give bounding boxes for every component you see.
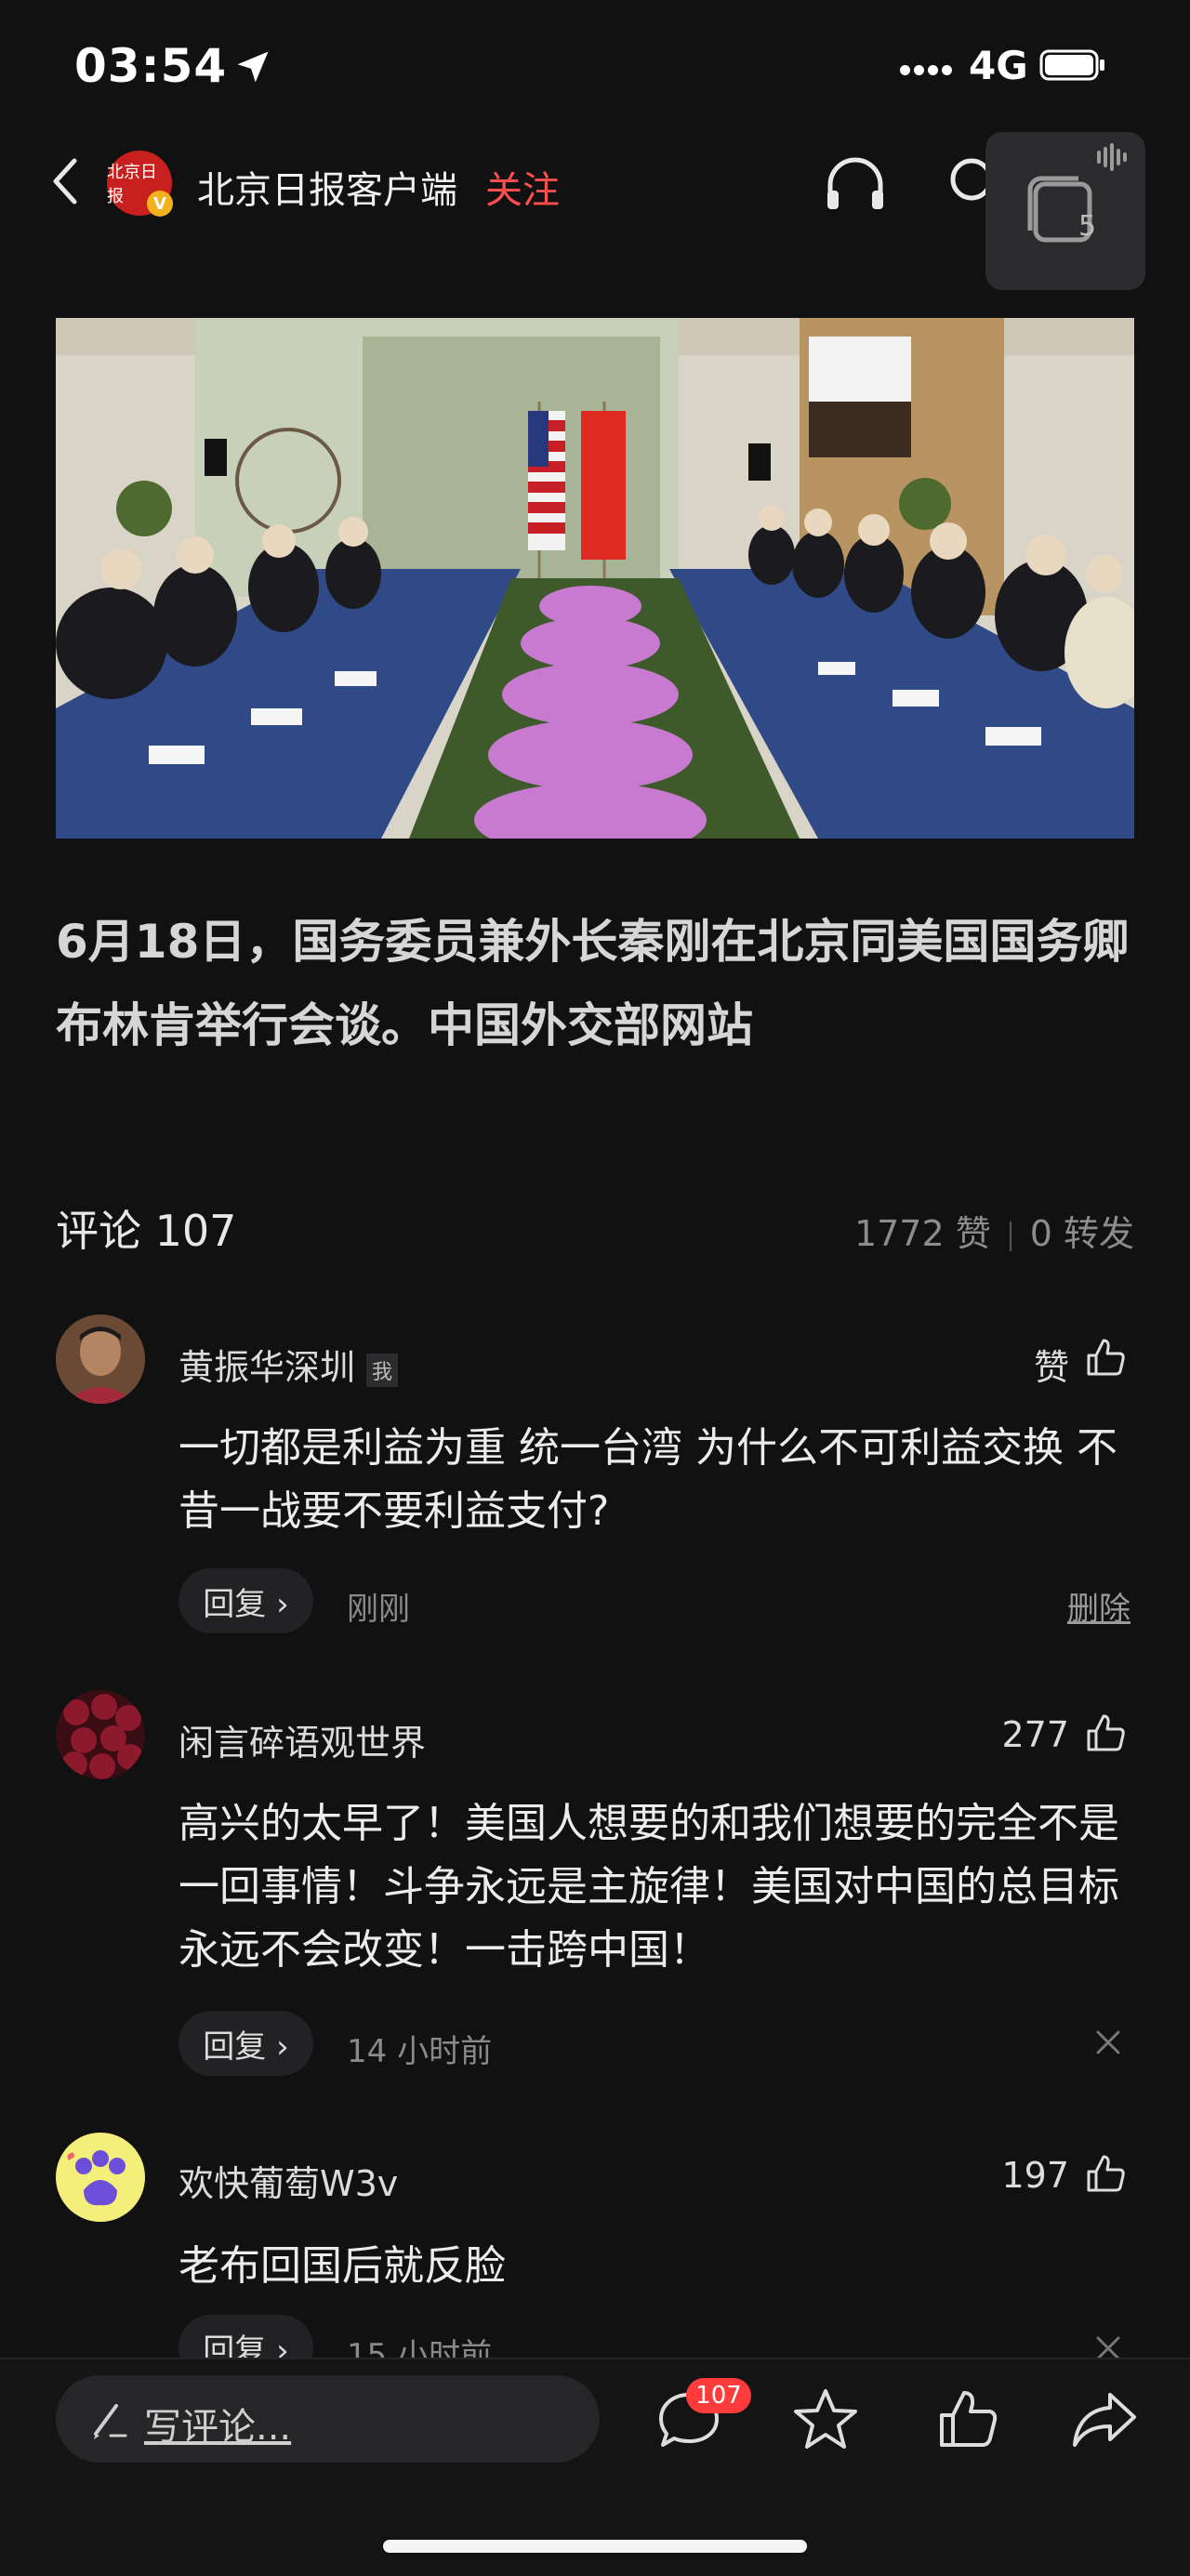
comment-text: 高兴的太早了！美国人想要的和我们想要的完全不是一回事情！斗争永远是主旋律！美国对… xyxy=(178,1800,1119,1974)
commenter-name[interactable]: 黄振华深圳我 xyxy=(178,1339,399,1390)
thumbs-up-icon[interactable] xyxy=(1083,1335,1128,1380)
thumbs-up-icon[interactable] xyxy=(1083,2151,1128,2196)
article-stats: 1772 赞 0 转发 xyxy=(854,1205,1134,1256)
window-count: 5 xyxy=(1078,210,1097,243)
news-photo[interactable] xyxy=(56,318,1134,839)
avatar-roses xyxy=(56,1690,145,1779)
avatar[interactable] xyxy=(56,2133,145,2222)
verified-badge-icon: V xyxy=(147,191,173,217)
commenter-name[interactable]: 欢快葡萄W3v xyxy=(178,2155,398,2206)
write-comment-placeholder[interactable]: 写评论... xyxy=(144,2397,291,2451)
floating-windows-button[interactable]: 5 xyxy=(985,132,1145,290)
thumbs-up-icon[interactable] xyxy=(1083,1711,1128,1755)
avatar[interactable] xyxy=(56,1690,145,1779)
comment-text: 一切都是利益为重 统一台湾 为什么不可利益交换 不昔一战要不要利益支付? xyxy=(178,1424,1117,1535)
comment-time: 刚刚 xyxy=(347,1591,410,1628)
commenter-name[interactable]: 闲言碎语观世界 xyxy=(178,1714,426,1765)
search-icon[interactable] xyxy=(944,153,990,209)
location-arrow-icon xyxy=(237,51,269,83)
like-count: 197 xyxy=(1001,2155,1069,2196)
reply-button[interactable]: 回复 › xyxy=(178,1568,313,1633)
thumbs-up-icon[interactable] xyxy=(934,2385,1001,2452)
source-name[interactable]: 北京日报客户端 xyxy=(197,160,457,214)
article-caption: 6月18日，国务委员兼外长秦刚在北京同美国国务卿布林肯举行会谈。中国外交部网站 xyxy=(56,915,1130,1052)
headphone-icon[interactable] xyxy=(823,153,888,214)
like-count: 277 xyxy=(1001,1714,1069,1755)
network-type: 4G xyxy=(969,43,1028,88)
battery-icon xyxy=(1039,49,1104,81)
shares-count: 0 转发 xyxy=(1029,1213,1134,1254)
likes-count: 1772 赞 xyxy=(853,1213,991,1254)
share-arrow-icon[interactable] xyxy=(1069,2387,1140,2451)
follow-button[interactable]: 关注 xyxy=(485,160,560,214)
write-comment-input[interactable] xyxy=(56,2375,600,2463)
delete-button[interactable]: 删除 xyxy=(1067,1583,1130,1629)
avatar[interactable] xyxy=(56,1314,145,1404)
signal-strength-icon xyxy=(900,61,956,79)
home-indicator[interactable] xyxy=(383,2540,807,2553)
avatar-paw xyxy=(56,2133,145,2222)
reply-button[interactable]: 回复 › xyxy=(178,2011,313,2076)
like-count: 赞 xyxy=(1033,1347,1069,1388)
me-tag: 我 xyxy=(366,1353,399,1387)
close-icon[interactable] xyxy=(1093,2028,1123,2057)
back-arrow-icon[interactable] xyxy=(46,153,84,209)
comment-text: 老布回国后就反脸 xyxy=(178,2242,506,2290)
comments-title: 评论 107 xyxy=(56,1206,237,1256)
stats-divider xyxy=(1009,1221,1012,1251)
status-time: 03:54 xyxy=(74,39,228,93)
star-icon[interactable] xyxy=(792,2385,859,2452)
pen-icon xyxy=(94,2404,127,2439)
stacked-windows-icon xyxy=(1027,143,1127,243)
comment-time: 14 小时前 xyxy=(347,2033,493,2070)
comment-count-badge: 107 xyxy=(686,2378,751,2413)
avatar-portrait xyxy=(56,1314,145,1404)
